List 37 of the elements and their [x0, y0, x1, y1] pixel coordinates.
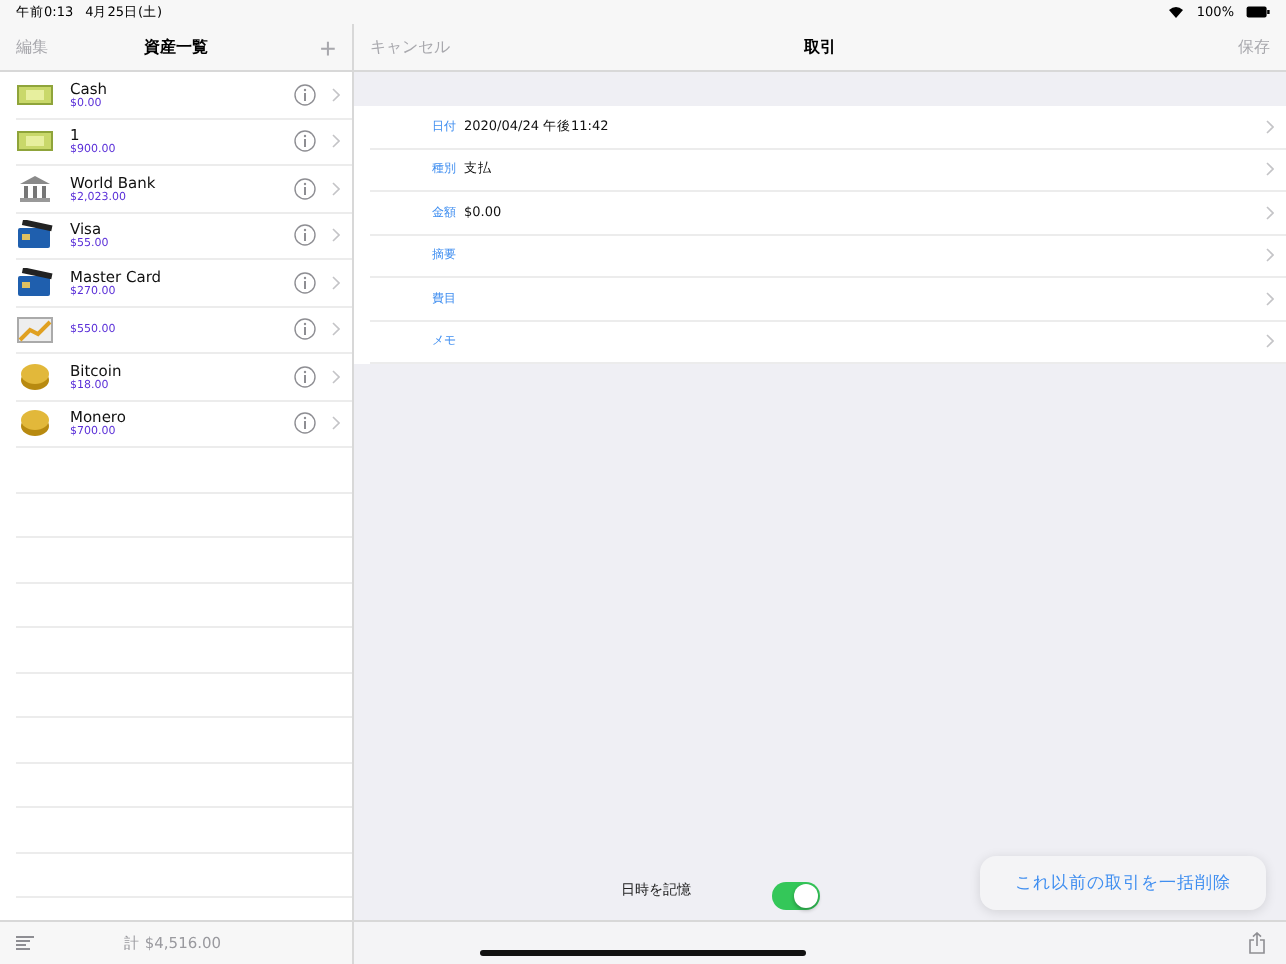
battery-icon [1246, 6, 1270, 18]
info-icon[interactable] [294, 224, 316, 247]
chevron-icon [332, 87, 340, 102]
chevron-icon [1266, 248, 1274, 263]
chevron-icon [1266, 162, 1274, 177]
wifi-icon [1168, 6, 1185, 18]
credit-card-icon [16, 220, 54, 251]
sort-icon[interactable] [16, 936, 34, 950]
chevron-icon [1266, 205, 1274, 220]
toggle-switch[interactable] [771, 882, 819, 910]
chevron-icon [332, 228, 340, 243]
banknote-icon [16, 79, 54, 110]
chevron-icon [332, 369, 340, 384]
coin-icon [16, 361, 54, 392]
chevron-icon [332, 134, 340, 149]
chevron-icon [332, 416, 340, 431]
info-icon[interactable] [294, 365, 316, 388]
chevron-icon [332, 181, 340, 196]
info-icon[interactable] [294, 177, 316, 200]
chevron-icon [332, 275, 340, 290]
chevron-icon [1266, 291, 1274, 306]
info-icon[interactable] [294, 412, 316, 435]
chevron-icon [332, 322, 340, 337]
chevron-icon [1266, 334, 1274, 349]
credit-card-icon [16, 267, 54, 298]
share-icon[interactable] [1248, 932, 1266, 954]
coin-icon [16, 408, 54, 439]
chevron-icon [1266, 119, 1274, 134]
info-icon[interactable] [294, 130, 316, 153]
nav-title: 取引 [804, 36, 836, 58]
info-icon[interactable] [294, 83, 316, 106]
info-icon[interactable] [294, 318, 316, 341]
info-icon[interactable] [294, 271, 316, 294]
nav-title: 資産一覧 [144, 36, 208, 58]
banknote-icon [16, 126, 54, 157]
chart-icon [16, 314, 54, 345]
bank-icon [16, 173, 54, 204]
